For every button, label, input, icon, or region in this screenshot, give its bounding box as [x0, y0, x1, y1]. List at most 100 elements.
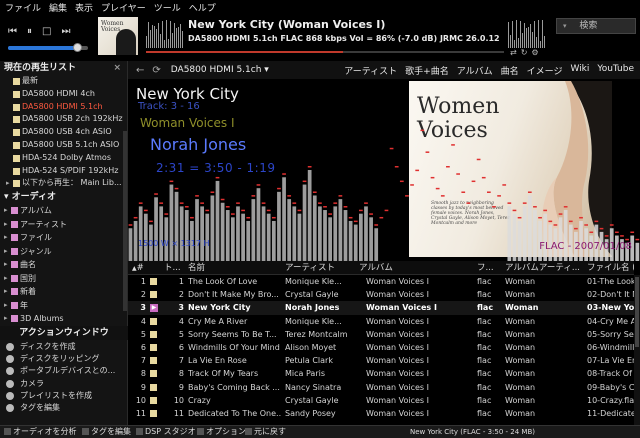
table-row[interactable]: 7 7 La Vie En Rose Petula Clark Woman Voices… — [128, 354, 634, 367]
action-item[interactable]: カメラ — [0, 378, 128, 390]
cell-name: Sorry Seems To Be T... — [188, 329, 277, 339]
mini-spectrum-bar — [154, 25, 155, 48]
action-item[interactable]: タグを編集 — [0, 402, 128, 414]
expand-icon[interactable]: ▸ — [4, 231, 8, 245]
table-row[interactable]: 1 1 The Look Of Love Monique Kle... Woman Vo… — [128, 275, 634, 288]
table-row[interactable]: 3 ▶ 3 New York City Norah Jones Woman Voices … — [128, 301, 634, 315]
table-row[interactable]: 9 9 Baby's Coming Back ... Nancy Sinatra Wom… — [128, 381, 634, 394]
playlist-item[interactable]: DA5800 HDMI 5.1ch — [0, 101, 127, 114]
left-panel-scrollbar[interactable] — [123, 131, 127, 311]
expand-icon[interactable]: ▸ — [4, 218, 8, 232]
table-row[interactable]: 2 2 Don't It Make My Bro... Crystal Gayle Wo… — [128, 288, 634, 301]
tab-artist[interactable]: アーティスト — [344, 64, 397, 77]
tab-wiki[interactable]: Wiki — [570, 64, 589, 77]
playlist-item[interactable]: DA5800 HDMI 4ch — [0, 88, 127, 101]
menu-help[interactable]: ヘルプ — [189, 1, 216, 14]
col-track[interactable]: ト... — [164, 261, 182, 275]
library-item[interactable]: ▸ 新着 — [0, 285, 127, 299]
album-cover[interactable]: Women Voices Smooth jazz to neighboring … — [409, 81, 612, 257]
tab-image[interactable]: イメージ — [527, 64, 563, 77]
menu-view[interactable]: 表示 — [75, 1, 93, 14]
playlist-item[interactable]: DA5800 USB 2ch 192kHz — [0, 113, 127, 126]
table-row[interactable]: 4 4 Cry Me A River Monique Kle... Woman Voic… — [128, 315, 634, 328]
gear-icon[interactable]: ⚙ — [531, 48, 538, 58]
col-artist[interactable]: アーティスト — [285, 261, 355, 275]
library-item[interactable]: ▸ アーティスト — [0, 218, 127, 232]
menu-player[interactable]: プレイヤー — [101, 1, 146, 14]
tab-singer-title[interactable]: 歌手+曲名 — [405, 64, 449, 77]
options-button[interactable]: オプション — [197, 426, 246, 438]
audio-header[interactable]: ▾ オーディオ — [0, 190, 127, 204]
action-item[interactable]: ディスクをリッピング — [0, 353, 128, 365]
expand-icon[interactable]: ▸ — [4, 285, 8, 299]
col-filename[interactable]: ファイル名 (名 — [587, 261, 634, 275]
volume-knob[interactable] — [72, 43, 82, 52]
expand-icon[interactable]: ▸ — [4, 312, 8, 326]
action-item[interactable]: プレイリストを作成 — [0, 390, 128, 402]
library-item[interactable]: ▸ 国別 — [0, 272, 127, 286]
repeat-icon[interactable]: ↻ — [521, 48, 528, 58]
search-box[interactable]: ▾ 検索 — [556, 18, 636, 34]
library-item[interactable]: ▸ ジャンル — [0, 245, 127, 259]
back-icon[interactable]: ← — [136, 65, 144, 76]
playlist-item[interactable]: HDA-524 S/PDIF 192kHz — [0, 165, 127, 178]
playlist-header[interactable]: 現在の再生リスト × — [0, 61, 127, 75]
expand-icon[interactable]: ▸ — [4, 272, 8, 286]
mini-spectrum-bar — [174, 23, 175, 48]
dsp-studio-button[interactable]: DSP スタジオ — [136, 426, 196, 438]
table-row[interactable]: 5 5 Sorry Seems To Be T... Terez Montcalm Wo… — [128, 328, 634, 341]
library-item[interactable]: ▸ アルバム — [0, 204, 127, 218]
library-item[interactable]: ▸ ファイル — [0, 231, 127, 245]
analyze-audio-button[interactable]: オーディオを分析 — [4, 426, 76, 438]
expand-icon[interactable]: ▸ — [4, 258, 8, 272]
expand-icon[interactable]: ▸ — [4, 299, 8, 313]
seek-bar[interactable] — [146, 51, 504, 53]
scrollbar-thumb[interactable] — [635, 277, 639, 347]
action-item[interactable]: ディスクを作成 — [0, 341, 128, 353]
pause-icon[interactable]: ⏸ — [27, 27, 32, 37]
library-item[interactable]: ▸ 年 — [0, 299, 127, 313]
volume-slider[interactable] — [8, 43, 88, 52]
col-number[interactable]: ▲# — [132, 261, 148, 276]
library-item[interactable]: ▸ 3D Albums — [0, 312, 127, 326]
stop-icon[interactable]: □ — [42, 27, 51, 37]
device-selector[interactable]: DA5800 HDMI 5.1ch ▾ — [171, 65, 269, 75]
playlist-item[interactable]: HDA-524 Dolby Atmos — [0, 152, 127, 165]
table-row[interactable]: 10 10 Crazy Crystal Gayle Woman Voices I flac… — [128, 394, 634, 407]
tag-edit-button[interactable]: タグを編集 — [82, 426, 131, 438]
skip-forward-icon[interactable]: ⏭ — [61, 27, 70, 37]
playlist-item[interactable]: DA5800 USB 5.1ch ASIO — [0, 139, 127, 152]
skip-back-icon[interactable]: ⏮ — [8, 27, 17, 37]
chevron-down-icon[interactable]: ▾ — [563, 22, 567, 30]
col-format[interactable]: フ... — [477, 261, 499, 275]
refresh-icon[interactable]: ⟳ — [152, 65, 160, 76]
playlist-item[interactable]: DA5800 USB 4ch ASIO — [0, 126, 127, 139]
action-item[interactable]: ポータブルデバイスとの... — [0, 365, 128, 377]
undo-button[interactable]: 元に戻す — [245, 426, 286, 438]
table-row[interactable]: 8 8 Track Of My Tears Mica Paris Woman Voice… — [128, 367, 634, 380]
expand-icon[interactable]: ▸ — [4, 245, 8, 259]
collapse-icon[interactable]: ▾ — [4, 192, 9, 202]
expand-icon[interactable]: ▸ — [4, 204, 8, 218]
table-row[interactable]: 6 6 Windmills Of Your Mind Alison Moyet Woma… — [128, 341, 634, 354]
col-album-artist[interactable]: アルバムアーティ... — [505, 261, 583, 275]
library-icon — [11, 220, 18, 228]
library-item[interactable]: ▸ 曲名 — [0, 258, 127, 272]
playlist-item[interactable]: ▸ 以下から再生： Main Lib... — [0, 177, 127, 190]
close-icon[interactable]: × — [113, 61, 121, 75]
album-thumbnail[interactable]: Women Voices — [98, 17, 138, 55]
table-row[interactable]: 11 11 Dedicated To The One... Sandy Posey Wo… — [128, 407, 634, 420]
expand-icon[interactable]: ▸ — [6, 177, 10, 190]
col-name[interactable]: 名前 — [188, 261, 278, 275]
menu-tools[interactable]: ツール — [154, 1, 181, 14]
tab-youtube[interactable]: YouTube — [597, 64, 634, 77]
track-list-scrollbar[interactable] — [634, 275, 640, 425]
tab-album[interactable]: アルバム — [457, 64, 493, 77]
menu-file[interactable]: ファイル — [5, 1, 41, 14]
col-album[interactable]: アルバム — [359, 261, 449, 275]
track-list: ▲# ト... 名前 アーティスト アルバム フ... アルバムアーティ... … — [128, 261, 634, 425]
playlist-item[interactable]: 最新 — [0, 75, 127, 88]
tab-title[interactable]: 曲名 — [501, 64, 519, 77]
menu-edit[interactable]: 編集 — [49, 1, 67, 14]
shuffle-icon[interactable]: ⇄ — [510, 48, 517, 58]
